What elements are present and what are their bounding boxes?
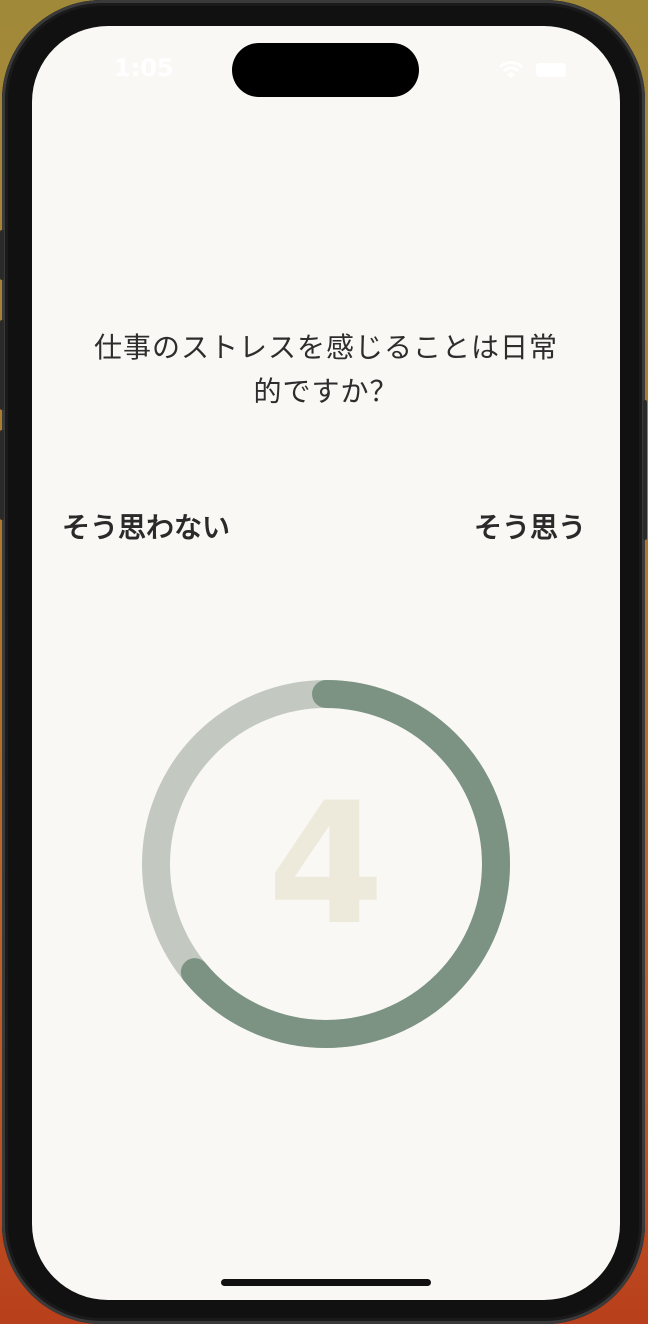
app-screen: 1:05 仕事のストレスを感じることは日常的ですか？ そう思わない そう思う 4 bbox=[32, 26, 620, 1300]
scale-label-agree: そう思う bbox=[473, 511, 586, 544]
volume-up-button bbox=[0, 320, 4, 410]
volume-down-button bbox=[0, 430, 4, 520]
question-text: 仕事のストレスを感じることは日常的ですか？ bbox=[93, 331, 558, 408]
phone-frame: 1:05 仕事のストレスを感じることは日常的ですか？ そう思わない そう思う 4 bbox=[0, 0, 647, 1324]
power-button bbox=[643, 400, 647, 540]
scale-label-disagree: そう思わない bbox=[62, 511, 231, 544]
home-indicator[interactable] bbox=[221, 1279, 431, 1286]
status-time: 1:05 bbox=[114, 54, 174, 82]
dynamic-island bbox=[232, 43, 419, 97]
rating-dial[interactable]: 4 bbox=[142, 680, 510, 1048]
status-icons bbox=[498, 60, 566, 80]
battery-icon bbox=[536, 63, 566, 77]
dial-value: 4 bbox=[267, 766, 385, 962]
action-button bbox=[0, 230, 4, 280]
wifi-icon bbox=[498, 60, 524, 80]
